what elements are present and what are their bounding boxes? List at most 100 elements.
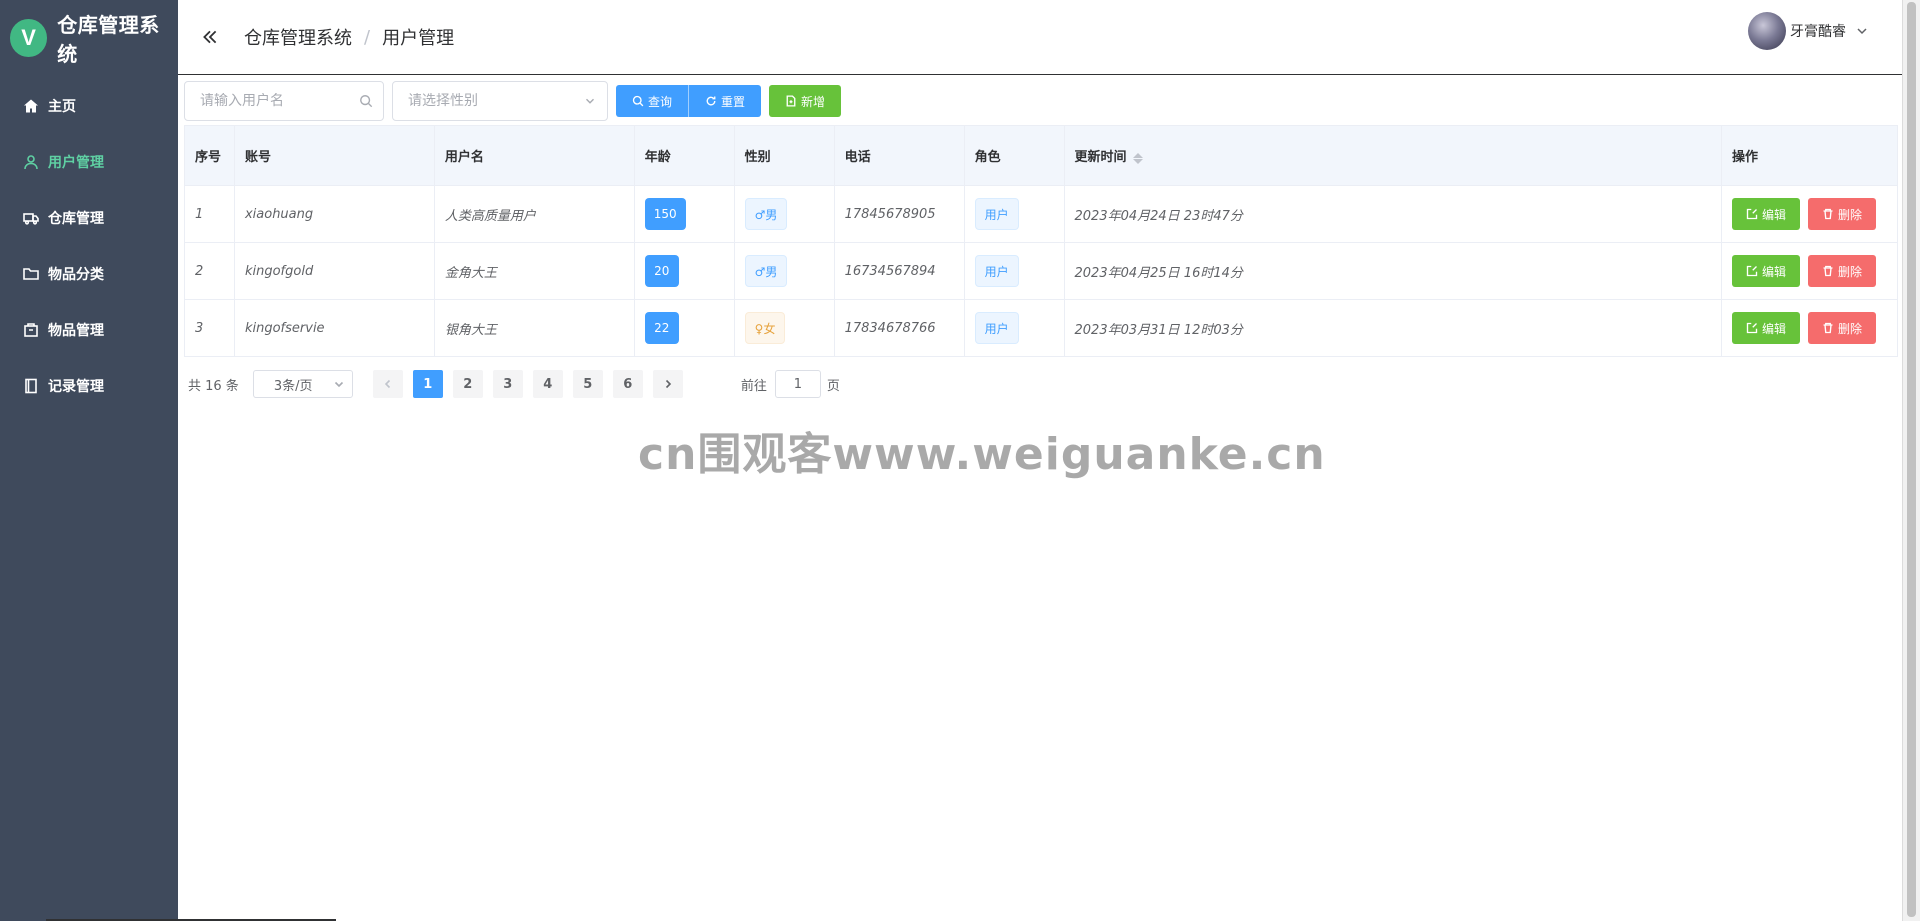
sort-icon[interactable] <box>1132 151 1143 165</box>
scrollbar-thumb[interactable] <box>1907 2 1916 917</box>
query-button-label: 查询 <box>648 94 673 109</box>
watermark: cn围观客www.weiguanke.cn <box>638 429 1326 480</box>
sidebar-item-goods[interactable]: 物品管理 <box>0 302 178 358</box>
page-suffix: 页 <box>826 378 840 394</box>
double-chevron-left-icon <box>203 30 217 44</box>
delete-button[interactable]: 删除 <box>1807 198 1876 230</box>
search-icon <box>360 95 373 108</box>
trash-icon <box>1823 208 1833 220</box>
delete-button-label: 删除 <box>1837 207 1862 222</box>
collapse-sidebar-button[interactable] <box>200 27 220 47</box>
sidebar-item-home[interactable]: 主页 <box>0 78 178 134</box>
edit-button-label: 编辑 <box>1761 207 1786 222</box>
cell-age: 22 <box>634 299 735 357</box>
search-toolbar: 查询 重置 新增 <box>184 81 842 121</box>
username-search-field[interactable] <box>184 81 384 121</box>
gender-tag: ♀女 <box>744 312 786 344</box>
delete-button-label: 删除 <box>1837 264 1862 279</box>
cell-role: 用户 <box>964 299 1065 357</box>
user-menu[interactable]: 牙膏酷睿 <box>1748 12 1868 50</box>
column-header-age: 年龄 <box>634 125 735 186</box>
page-button-6[interactable]: 6 <box>612 370 643 398</box>
chevron-down-icon <box>586 98 594 104</box>
cell-username: 人类高质量用户 <box>434 185 635 243</box>
edit-button[interactable]: 编辑 <box>1731 198 1800 230</box>
sidebar-item-label: 记录管理 <box>48 379 104 395</box>
cell-no: 2 <box>184 242 235 300</box>
avatar[interactable] <box>1748 12 1786 50</box>
gender-tag: ♂男 <box>744 255 788 287</box>
gender-select[interactable] <box>392 81 608 121</box>
chevron-down-icon <box>334 381 343 388</box>
page-button-1[interactable]: 1 <box>412 370 443 398</box>
goto-page-input[interactable] <box>774 370 821 398</box>
page-button-4[interactable]: 4 <box>532 370 563 398</box>
edit-button[interactable]: 编辑 <box>1731 255 1800 287</box>
sidebar-item-users[interactable]: 用户管理 <box>0 134 178 190</box>
column-header-actions: 操作 <box>1721 125 1899 186</box>
sidebar-item-records[interactable]: 记录管理 <box>0 358 178 414</box>
notebook-icon <box>22 377 40 395</box>
gender-tag: ♂男 <box>744 198 788 230</box>
logo[interactable]: V 仓库管理系统 <box>0 0 178 76</box>
page-size-select[interactable]: 3条/页 <box>252 370 353 398</box>
add-button-label: 新增 <box>801 94 826 109</box>
column-header-role: 角色 <box>964 125 1065 186</box>
box-icon <box>22 321 40 339</box>
cell-role: 用户 <box>964 185 1065 243</box>
cell-account: kingofgold <box>234 242 435 300</box>
column-header-updated[interactable]: 更新时间 <box>1064 125 1722 186</box>
sidebar-item-category[interactable]: 物品分类 <box>0 246 178 302</box>
chevron-down-icon <box>1856 25 1868 37</box>
age-tag: 150 <box>644 198 686 230</box>
cell-account: xiaohuang <box>234 185 435 243</box>
page-button-5[interactable]: 5 <box>572 370 603 398</box>
sidebar-item-label: 物品管理 <box>48 323 104 339</box>
gender-select-input[interactable] <box>408 93 583 109</box>
add-user-button[interactable]: 新增 <box>769 85 842 117</box>
delete-button[interactable]: 删除 <box>1807 255 1876 287</box>
cell-role: 用户 <box>964 242 1065 300</box>
table-row: 3 kingofservie 银角大王 22 ♀女 17834678766 用户… <box>184 299 1899 357</box>
table-row: 1 xiaohuang 人类高质量用户 150 ♂男 17845678905 用… <box>184 185 1899 243</box>
edit-icon <box>1746 322 1758 334</box>
vertical-scrollbar[interactable] <box>1902 0 1920 921</box>
breadcrumb-root[interactable]: 仓库管理系统 <box>244 24 352 50</box>
cell-age: 150 <box>634 185 735 243</box>
prev-page-button[interactable] <box>372 370 403 398</box>
query-button-group: 查询 重置 <box>616 85 762 117</box>
role-tag: 用户 <box>974 312 1019 344</box>
cell-updated: 2023年04月24日 23时47分 <box>1064 185 1722 243</box>
username-search-input[interactable] <box>200 93 359 109</box>
logo-icon: V <box>10 19 48 57</box>
delete-button-label: 删除 <box>1837 321 1862 336</box>
reset-button[interactable]: 重置 <box>688 85 762 117</box>
chevron-left-icon <box>384 379 390 389</box>
query-button[interactable]: 查询 <box>616 85 689 117</box>
age-tag: 22 <box>644 312 679 344</box>
delete-button[interactable]: 删除 <box>1807 312 1876 344</box>
column-header-phone: 电话 <box>834 125 965 186</box>
cell-age: 20 <box>634 242 735 300</box>
updated-header-label: 更新时间 <box>1074 150 1127 165</box>
sidebar-item-warehouse[interactable]: 仓库管理 <box>0 190 178 246</box>
cell-phone: 16734567894 <box>834 242 965 300</box>
pagination: 共 16 条 3条/页 1 2 3 4 5 6 前往 页 <box>188 370 840 398</box>
breadcrumb: 仓库管理系统 / 用户管理 <box>244 24 454 50</box>
search-icon <box>632 95 644 107</box>
edit-button[interactable]: 编辑 <box>1731 312 1800 344</box>
page-size-value: 3条/页 <box>273 378 313 394</box>
table-header-row: 序号 账号 用户名 年龄 性别 电话 角色 更新时间 操作 <box>184 125 1899 186</box>
cell-phone: 17834678766 <box>834 299 965 357</box>
column-header-gender: 性别 <box>734 125 835 186</box>
sidebar-item-label: 物品分类 <box>48 267 104 283</box>
page-jumper: 前往 页 <box>741 370 840 398</box>
document-add-icon <box>786 95 796 107</box>
truck-icon <box>22 209 40 227</box>
refresh-icon <box>706 96 716 106</box>
page-button-2[interactable]: 2 <box>452 370 483 398</box>
breadcrumb-current: 用户管理 <box>382 28 455 49</box>
header: 仓库管理系统 / 用户管理 牙膏酷睿 <box>178 0 1902 75</box>
next-page-button[interactable] <box>652 370 683 398</box>
page-button-3[interactable]: 3 <box>492 370 523 398</box>
